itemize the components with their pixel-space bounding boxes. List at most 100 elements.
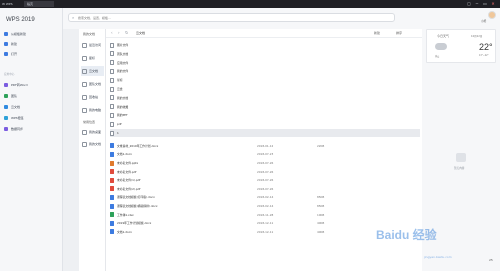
zoom-level[interactable]: 25: [489, 258, 493, 262]
cloud-icon: [82, 68, 87, 74]
folder-name: 我的文件: [117, 69, 129, 74]
file-row[interactable]: 未命名文件.pptx 2018-07-26: [110, 159, 420, 167]
weather-card[interactable]: 今日天气 10月22日 多云 22° 13°~22°: [426, 29, 496, 63]
app-logo: WPS 2019: [6, 17, 35, 23]
back-icon[interactable]: ‹: [111, 30, 113, 35]
weather-range: 13°~22°: [479, 54, 489, 57]
xls-file-icon: [110, 212, 114, 218]
tab-wps-home[interactable]: W WPS: [1, 1, 21, 7]
file-date: 2018-02-14: [257, 204, 274, 208]
folder-item-desktop[interactable]: 我的桌面: [81, 127, 104, 137]
file-row[interactable]: 课程表文档模板(打印版).docx 2018-02-14 85KB: [110, 193, 420, 201]
folder-row[interactable]: 应用文件: [110, 59, 420, 67]
file-row[interactable]: 文档1.docx 2018-12-11 40KB: [110, 228, 420, 236]
sidebar-item-cloud[interactable]: 云文档: [4, 103, 59, 111]
sidebar-item-team[interactable]: 团队: [4, 92, 59, 100]
forward-icon[interactable]: ›: [118, 30, 120, 35]
template-icon: [4, 32, 8, 36]
file-name: 文档1.docx: [117, 152, 132, 157]
username[interactable]: 小熊: [481, 19, 486, 23]
folder-row[interactable]: 我的文档: [110, 94, 420, 102]
sidebar-section-title: 应用中心: [4, 73, 15, 76]
folder-name: 星标: [117, 78, 123, 83]
sidebar-item-template-new[interactable]: 从模板新建: [4, 30, 59, 38]
folder-item-trash[interactable]: 回收站: [81, 92, 104, 102]
folder-row[interactable]: pdf: [110, 120, 420, 128]
file-row[interactable]: 2019年工作计划模板.docx 2018-12-11 40KB: [110, 219, 420, 227]
folder-row[interactable]: 1: [110, 129, 420, 137]
folder-name: 我的收藏: [117, 104, 129, 109]
file-row[interactable]: 未命名文件(1).pdf 2018-07-26: [110, 176, 420, 184]
sidebar-item-open[interactable]: 打开: [4, 50, 59, 58]
folder-item-label: 云文档: [89, 69, 99, 73]
sidebar-item-label: 云文档: [11, 105, 21, 109]
breadcrumb[interactable]: 云文档: [136, 31, 145, 35]
folder-item-cloud[interactable]: 云文档: [81, 66, 104, 76]
team-icon: [4, 94, 8, 98]
file-date: 2018-07-26: [257, 178, 274, 183]
search-box[interactable]: ⌕: [68, 13, 395, 22]
folder-name: 我的文档: [117, 95, 129, 100]
close-button[interactable]: ✕: [490, 1, 496, 7]
file-size: 85KB: [317, 195, 325, 200]
ppt-file-icon: [110, 160, 114, 166]
folder-item-team[interactable]: 团队文档: [81, 79, 104, 89]
search-input[interactable]: [78, 15, 378, 21]
folder-row[interactable]: 我的收藏: [110, 103, 420, 111]
file-row[interactable]: 课程表文档模板(横版横排).docx 2018-02-14 85KB: [110, 202, 420, 210]
pdf-file-icon: [110, 186, 114, 192]
folder-item-label: 我的电脑: [89, 108, 102, 112]
sidebar-item-sync[interactable]: 数据同步: [4, 125, 59, 133]
folder-row[interactable]: 我的文件: [110, 67, 420, 75]
folder-item-star[interactable]: 星标: [81, 53, 104, 63]
sidebar-item-new[interactable]: 新建: [4, 40, 59, 48]
file-name: 未命名文件.pdf: [117, 169, 137, 174]
file-date: 2018-07-26: [257, 161, 274, 165]
folder-item-label: 回收站: [89, 95, 99, 99]
sidebar-item-pdf-to-word[interactable]: PDF转Word: [4, 81, 59, 89]
folder-item-recent[interactable]: 最近访问: [81, 40, 104, 50]
folder-name: 我的PPT: [117, 113, 128, 118]
folder-name: 应用文件: [117, 60, 129, 65]
folder-icon: [110, 130, 114, 136]
sidebar-item-notes[interactable]: WPS便签: [4, 114, 59, 122]
folder-name: 1: [117, 131, 119, 135]
sidebar-item-label: WPS便签: [11, 116, 24, 120]
file-size: 22KB: [317, 143, 325, 148]
file-row[interactable]: 工作簿1.xlsx 2018-11-28 10KB: [110, 211, 420, 219]
watermark: Baidu 经验: [376, 228, 437, 242]
avatar[interactable]: [488, 11, 496, 19]
bag-icon: [456, 153, 466, 162]
sort-button[interactable]: 排序: [396, 31, 402, 35]
folder-icon: [4, 52, 8, 56]
doc-file-icon: [110, 220, 114, 226]
folder-name: 团队文档: [117, 51, 129, 56]
file-row[interactable]: 未命名文件(2).pdf 2018-07-26: [110, 185, 420, 193]
folder-row[interactable]: 星标: [110, 76, 420, 84]
left-sidebar: WPS 2019 从模板新建 新建 打开 应用中心 PDF转Word 团队 云文…: [0, 8, 63, 271]
file-date: 2018-02-14: [257, 195, 274, 200]
doc-file-icon: [110, 194, 114, 200]
sidebar-item-label: 团队: [11, 94, 18, 98]
folder-item-mydocs[interactable]: 我的文档: [81, 139, 104, 149]
new-folder-button[interactable]: 新建: [374, 31, 380, 35]
folder-row[interactable]: 团队文档: [110, 50, 420, 58]
file-row[interactable]: 文章素材_2019年工作计划.docx 2018-01-12 22KB: [110, 142, 420, 150]
file-row[interactable]: 文档1.docx 2018-07-23: [110, 150, 420, 158]
folder-icon: [110, 42, 114, 48]
minimize-button[interactable]: ─: [474, 1, 480, 7]
folder-row[interactable]: 我的PPT: [110, 111, 420, 119]
folder-row[interactable]: 云盘: [110, 85, 420, 93]
file-list-toolbar: ‹ › ↻ 云文档 新建 排序: [106, 29, 422, 38]
file-size: 85KB: [317, 204, 325, 208]
folder-item-computer[interactable]: 我的电脑: [81, 105, 104, 115]
maximize-button[interactable]: ▭: [482, 1, 488, 7]
document-icon: [82, 141, 87, 147]
sidebar-item-label: 数据同步: [11, 127, 24, 131]
file-date: 2018-11-28: [257, 212, 274, 217]
tab-daoke[interactable]: 稻壳: [24, 1, 54, 7]
file-row[interactable]: 未命名文件.pdf 2018-07-26: [110, 168, 420, 176]
refresh-icon[interactable]: ↻: [125, 30, 128, 35]
folder-row[interactable]: 图片文件: [110, 41, 420, 49]
skin-icon[interactable]: ▢: [466, 1, 472, 7]
